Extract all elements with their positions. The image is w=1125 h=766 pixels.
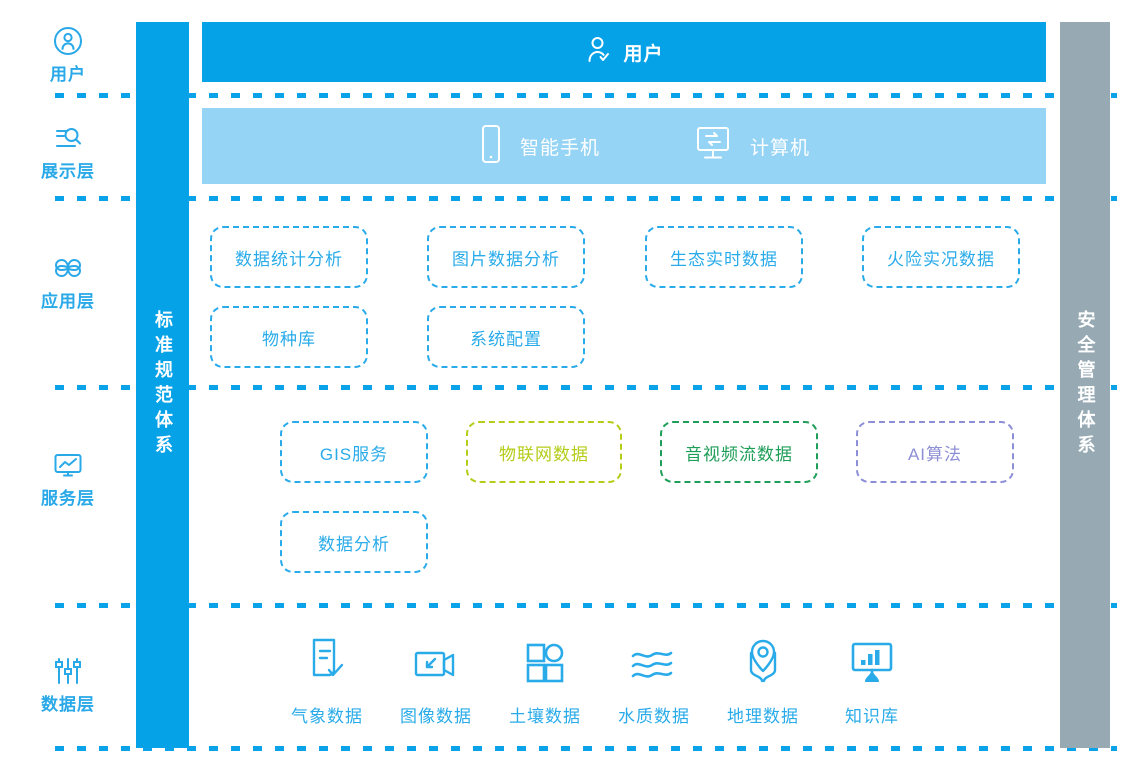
application-box-3[interactable]: 生态实时数据	[645, 226, 803, 288]
application-box-5[interactable]: 物种库	[210, 306, 368, 368]
data-item-water[interactable]: 水质数据	[599, 634, 709, 727]
separator-presentation-application	[55, 196, 1117, 201]
document-check-icon	[304, 634, 350, 688]
data-item-knowledge[interactable]: 知识库	[817, 634, 927, 727]
data-item-soil[interactable]: 土壤数据	[490, 634, 600, 727]
data-item-label: 气象数据	[291, 707, 363, 726]
data-item-label: 图像数据	[400, 707, 472, 726]
presentation-item-computer: 计算机	[692, 123, 810, 170]
presentation-item-smartphone: 智能手机	[478, 123, 600, 170]
data-item-weather[interactable]: 气象数据	[272, 634, 382, 727]
data-item-geography[interactable]: 地理数据	[708, 634, 818, 727]
smartphone-icon	[478, 123, 504, 170]
standards-system-bar: 标准规范体系	[136, 22, 189, 748]
security-system-label: 安全管理体系	[1075, 310, 1096, 460]
presentation-item-label: 计算机	[750, 137, 811, 159]
service-box-iot[interactable]: 物联网数据	[466, 421, 622, 483]
layer-label-application: 应用层	[0, 235, 136, 325]
separator-bottom	[55, 746, 1117, 751]
separator-service-data	[55, 603, 1117, 608]
desktop-exchange-icon	[692, 123, 734, 170]
application-box-4[interactable]: 火险实况数据	[862, 226, 1020, 288]
data-item-label: 水质数据	[618, 707, 690, 726]
sliders-icon	[51, 654, 85, 688]
presentation-band: 智能手机 计算机	[202, 108, 1046, 184]
service-box-data-analysis[interactable]: 数据分析	[280, 511, 428, 573]
layer-label-data: 数据层	[0, 638, 136, 728]
monitor-chart-icon	[51, 448, 85, 482]
application-box-6[interactable]: 系统配置	[427, 306, 585, 368]
layer-label-user: 用户	[0, 14, 136, 92]
data-item-image[interactable]: 图像数据	[381, 634, 491, 727]
layer-label-text: 服务层	[41, 488, 95, 508]
layer-label-text: 应用层	[41, 291, 95, 311]
search-list-icon	[51, 121, 85, 155]
security-system-bar: 安全管理体系	[1060, 22, 1110, 748]
apps-grid-icon	[51, 251, 85, 285]
application-box-1[interactable]: 数据统计分析	[210, 226, 368, 288]
separator-user-presentation	[55, 93, 1117, 98]
user-band-label: 用户	[623, 43, 664, 65]
service-box-ai[interactable]: AI算法	[856, 421, 1014, 483]
architecture-diagram: 用户 展示层 应用层 服务层 数据层 标准规范体系 安全管理体系 用户 智能手机…	[0, 0, 1125, 766]
service-box-gis[interactable]: GIS服务	[280, 421, 428, 483]
layer-label-text: 用户	[50, 64, 86, 84]
data-item-label: 土壤数据	[509, 707, 581, 726]
four-squares-icon	[519, 634, 571, 688]
layer-label-text: 展示层	[41, 161, 95, 181]
user-band: 用户	[202, 22, 1046, 82]
layer-label-presentation: 展示层	[0, 110, 136, 190]
user-circle-icon	[51, 24, 85, 58]
standards-system-label: 标准规范体系	[152, 310, 173, 460]
map-pin-icon	[737, 634, 789, 688]
monitor-bars-icon	[846, 634, 898, 688]
application-box-2[interactable]: 图片数据分析	[427, 226, 585, 288]
video-camera-icon	[410, 634, 462, 688]
water-waves-icon	[626, 634, 682, 688]
layer-label-service: 服务层	[0, 432, 136, 522]
presentation-item-label: 智能手机	[519, 137, 600, 159]
data-item-label: 知识库	[845, 707, 899, 726]
data-item-label: 地理数据	[727, 707, 799, 726]
service-box-av-stream[interactable]: 音视频流数据	[660, 421, 818, 483]
user-check-icon	[584, 35, 614, 70]
separator-application-service	[55, 385, 1117, 390]
layer-label-text: 数据层	[41, 694, 95, 714]
